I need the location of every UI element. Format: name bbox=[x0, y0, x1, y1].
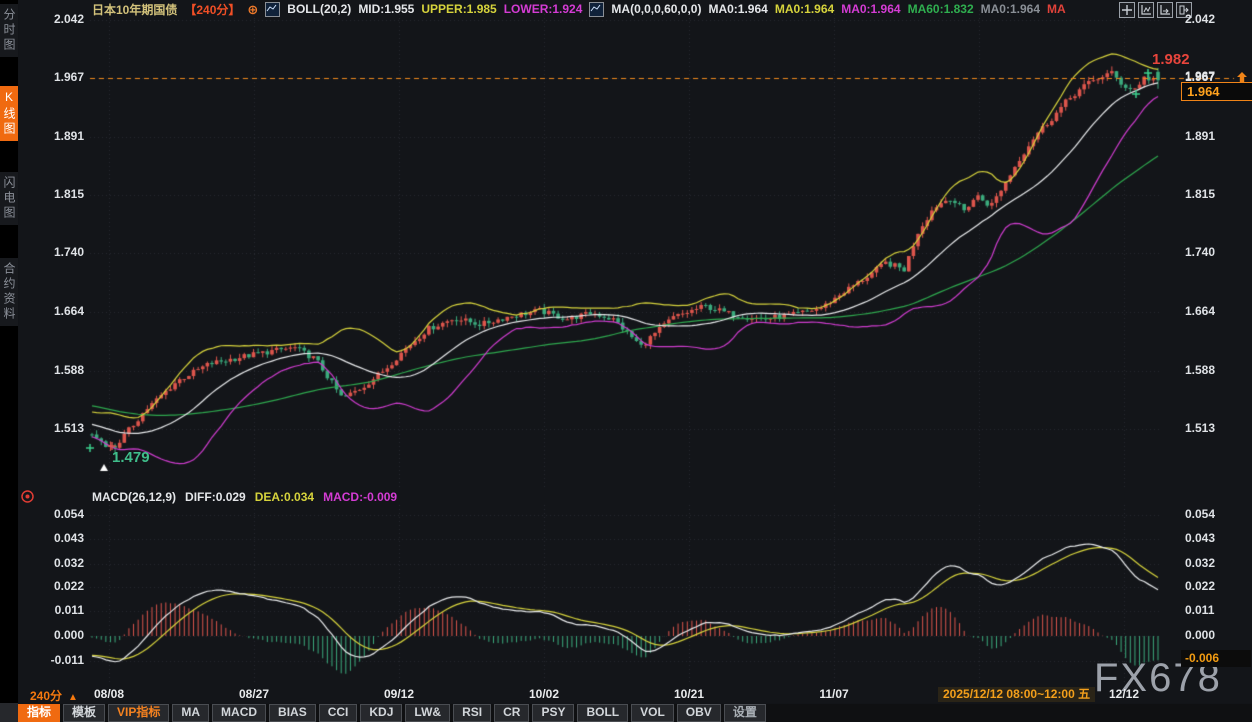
toolbar-tab-MA[interactable]: MA bbox=[172, 704, 209, 722]
axis-label: 1.815 bbox=[1185, 187, 1247, 201]
boll-mid-value: MID:1.955 bbox=[358, 2, 414, 16]
sidebar-bottom-block bbox=[0, 703, 18, 722]
ma-red-label: MA bbox=[1047, 2, 1066, 16]
boll-indicator-icon[interactable] bbox=[265, 2, 280, 17]
toolbar-tab-RSI[interactable]: RSI bbox=[453, 704, 491, 722]
record-dot-icon[interactable] bbox=[20, 489, 35, 509]
sidebar-tab-2[interactable]: 闪电图 bbox=[0, 172, 18, 225]
axis-label: 0.032 bbox=[28, 556, 84, 570]
toolbar-tab-设置[interactable]: 设置 bbox=[724, 704, 766, 722]
ma0-yellow-value: MA0:1.964 bbox=[775, 2, 834, 16]
toolbar-tab-KDJ[interactable]: KDJ bbox=[360, 704, 402, 722]
macd-bar-value: MACD:-0.009 bbox=[323, 490, 397, 505]
boll-upper-value: UPPER:1.985 bbox=[421, 2, 496, 16]
date-label: 10/21 bbox=[674, 687, 704, 701]
sub-indicator-panel-icon[interactable] bbox=[1157, 2, 1173, 18]
axis-label: 0.011 bbox=[1185, 603, 1247, 617]
toolbar-tab-CCI[interactable]: CCI bbox=[319, 704, 358, 722]
toolbar-tab-BOLL[interactable]: BOLL bbox=[577, 704, 628, 722]
period-up-triangle-icon: ▲ bbox=[68, 692, 78, 703]
sidebar-tab-3[interactable]: 合约资料 bbox=[0, 258, 18, 326]
boll-label: BOLL(20,2) bbox=[287, 2, 351, 16]
instrument-name: 日本10年期国债 bbox=[92, 1, 177, 18]
toolbar-tab-MACD[interactable]: MACD bbox=[212, 704, 266, 722]
axis-label: 0.054 bbox=[1185, 507, 1247, 521]
sidebar-tab-0[interactable]: 分时图 bbox=[0, 4, 18, 57]
toolbar-tab-模板[interactable]: 模板 bbox=[63, 704, 105, 722]
ma0-gray-value: MA0:1.964 bbox=[981, 2, 1040, 16]
axis-label: 1.588 bbox=[1185, 363, 1247, 377]
main-indicator-panel-icon[interactable] bbox=[1138, 2, 1154, 18]
toolbar-tab-PSY[interactable]: PSY bbox=[532, 704, 574, 722]
ma-label: MA(0,0,0,60,0,0) bbox=[611, 2, 701, 16]
ma-indicator-icon[interactable] bbox=[589, 2, 604, 17]
zoom-plus-icon[interactable]: ⊕ bbox=[247, 3, 258, 16]
last-date-label: 12/12 bbox=[1109, 687, 1139, 701]
ma60-value: MA60:1.832 bbox=[908, 2, 974, 16]
chart-toolbar-icons bbox=[1119, 2, 1192, 18]
axis-label: 0.000 bbox=[28, 628, 84, 642]
toolbar-tab-VIP指标[interactable]: VIP指标 bbox=[108, 704, 169, 722]
ma0-white-value: MA0:1.964 bbox=[708, 2, 767, 16]
date-label: 11/07 bbox=[819, 687, 848, 701]
sidebar: 分时图 K线图闪电图合约资料 bbox=[0, 0, 18, 722]
toolbar-tab-CR[interactable]: CR bbox=[494, 704, 529, 722]
date-label: 08/08 bbox=[94, 687, 124, 701]
axis-label: 1.513 bbox=[1185, 421, 1247, 435]
chart-header: 日本10年期国债 【240分】 ⊕ BOLL(20,2) MID:1.955 U… bbox=[92, 1, 1066, 17]
toolbar-tab-OBV[interactable]: OBV bbox=[677, 704, 721, 722]
toolbar-tab-LW&[interactable]: LW& bbox=[405, 704, 450, 722]
axis-label: 0.043 bbox=[1185, 531, 1247, 545]
macd-current-value-box: -0.006 bbox=[1181, 650, 1251, 667]
indicator-toolbar: 指标模板VIP指标MAMACDBIASCCIKDJLW&RSICRPSYBOLL… bbox=[18, 704, 1252, 722]
date-label: 08/27 bbox=[239, 687, 269, 701]
crosshair-icon[interactable] bbox=[1119, 2, 1135, 18]
axis-label: -0.011 bbox=[28, 653, 84, 667]
axis-label: 0.022 bbox=[28, 579, 84, 593]
macd-header: MACD(26,12,9) DIFF:0.029 DEA:0.034 MACD:… bbox=[92, 490, 397, 505]
price-up-arrow-icon bbox=[1236, 70, 1248, 88]
last-axis-price: 1.967 bbox=[1185, 69, 1215, 83]
sidebar-tab-1[interactable]: K线图 bbox=[0, 86, 18, 141]
axis-label: 1.891 bbox=[28, 129, 84, 143]
ma0-magenta-value: MA0:1.964 bbox=[841, 2, 900, 16]
toolbar-tab-指标[interactable]: 指标 bbox=[18, 704, 60, 722]
axis-label: 1.588 bbox=[28, 363, 84, 377]
date-label: 10/02 bbox=[529, 687, 559, 701]
macd-diff-value: DIFF:0.029 bbox=[185, 490, 246, 505]
period-selector[interactable]: 240分▲ bbox=[30, 687, 78, 704]
axis-label: 2.042 bbox=[1185, 12, 1247, 26]
high-price-annotation: 1.982 bbox=[1152, 51, 1190, 68]
axis-label: 1.664 bbox=[1185, 304, 1247, 318]
period-badge[interactable]: 【240分】 bbox=[184, 1, 240, 18]
current-session-label: 2025/12/12 08:00~12:00 五 bbox=[938, 687, 1095, 702]
axis-label: 0.032 bbox=[1185, 556, 1247, 570]
chart-canvas[interactable] bbox=[0, 0, 1252, 722]
toolbar-tab-VOL[interactable]: VOL bbox=[631, 704, 674, 722]
axis-label: 0.011 bbox=[28, 603, 84, 617]
axis-label: 1.740 bbox=[28, 245, 84, 259]
axis-label: 1.513 bbox=[28, 421, 84, 435]
low-price-annotation: 1.479 bbox=[112, 449, 150, 466]
axis-label: 0.043 bbox=[28, 531, 84, 545]
boll-lower-value: LOWER:1.924 bbox=[504, 2, 583, 16]
axis-label: 1.740 bbox=[1185, 245, 1247, 259]
toolbar-tab-BIAS[interactable]: BIAS bbox=[269, 704, 316, 722]
trading-app: 分时图 K线图闪电图合约资料 日本10年期国债 【240分】 ⊕ BOLL(20,… bbox=[0, 0, 1252, 722]
axis-label: 1.664 bbox=[28, 304, 84, 318]
axis-label: 0.054 bbox=[28, 507, 84, 521]
macd-dea-value: DEA:0.034 bbox=[255, 490, 314, 505]
axis-label: 1.967 bbox=[28, 70, 84, 84]
axis-label: 0.022 bbox=[1185, 579, 1247, 593]
macd-label: MACD(26,12,9) bbox=[92, 490, 176, 505]
axis-label: 0.000 bbox=[1185, 628, 1247, 642]
axis-label: 2.042 bbox=[28, 12, 84, 26]
date-label: 09/12 bbox=[384, 687, 414, 701]
axis-label: 1.891 bbox=[1185, 129, 1247, 143]
axis-label: 1.815 bbox=[28, 187, 84, 201]
